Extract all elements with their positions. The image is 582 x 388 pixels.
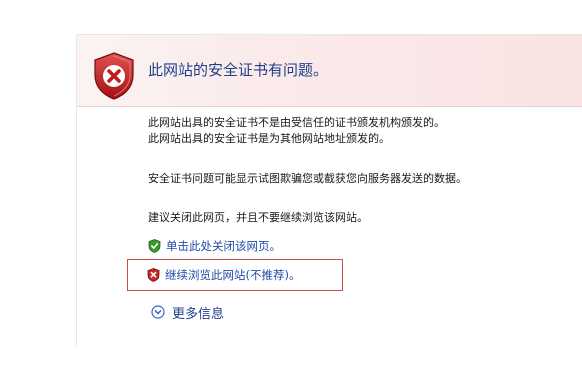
more-information-toggle[interactable]: 更多信息 (151, 303, 225, 322)
continue-to-website-link[interactable]: 继续浏览此网站(不推荐)。 (147, 267, 300, 283)
message-recommendation: 建议关闭此网页，并且不要继续浏览该网站。 (148, 211, 368, 224)
header-band: 此网站的安全证书有问题。 (77, 35, 582, 107)
red-shield-x-icon (147, 268, 160, 282)
close-page-link[interactable]: 单击此处关闭该网页。 (148, 238, 281, 254)
more-information-label: 更多信息 (172, 306, 225, 322)
close-page-link-label: 单击此处关闭该网页。 (166, 239, 281, 253)
shield-error-icon (94, 52, 134, 100)
message-untrusted-ca: 此网站出具的安全证书不是由受信任的证书颁发机构颁发的。 (148, 116, 445, 129)
chevron-down-circle-icon (151, 305, 165, 319)
message-risk: 安全证书问题可能显示试图欺骗您或截获您向服务器发送的数据。 (148, 172, 467, 185)
message-wrong-address: 此网站出具的安全证书是为其他网站地址颁发的。 (148, 132, 390, 145)
dialog-title: 此网站的安全证书有问题。 (148, 61, 329, 79)
green-shield-check-icon (148, 239, 161, 253)
continue-link-label: 继续浏览此网站(不推荐)。 (165, 268, 301, 282)
certificate-error-panel: 此网站的安全证书有问题。 此网站出具的安全证书不是由受信任的证书颁发机构颁发的。… (76, 34, 582, 346)
